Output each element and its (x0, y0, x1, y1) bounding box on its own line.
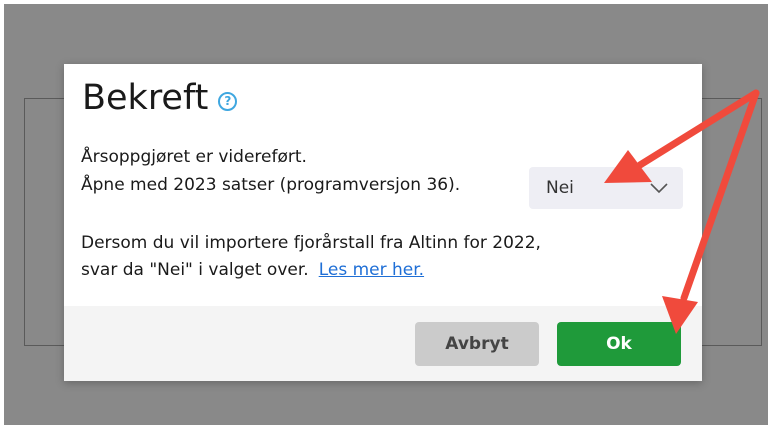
info-line-2: svar da "Nei" i valget over. Les mer her. (81, 257, 424, 283)
version-select[interactable]: Nei (529, 167, 683, 209)
select-value: Nei (546, 178, 574, 198)
cancel-button[interactable]: Avbryt (415, 322, 539, 366)
ok-button[interactable]: Ok (557, 322, 681, 366)
chevron-down-icon (650, 183, 668, 194)
dialog-title: Bekreft (82, 78, 209, 118)
message-line-1: Årsoppgjøret er videreført. (81, 147, 307, 167)
info-line-1: Dersom du vil importere fjorårstall fra … (81, 233, 541, 253)
read-more-link[interactable]: Les mer her. (319, 260, 424, 280)
dialog-header: Bekreft ? (82, 76, 238, 120)
message-line-2: Åpne med 2023 satser (programversjon 36)… (81, 175, 461, 195)
help-icon[interactable]: ? (218, 91, 238, 111)
dialog-footer: Avbryt Ok (64, 306, 702, 381)
confirm-dialog: Bekreft ? Årsoppgjøret er videreført. Åp… (64, 64, 702, 381)
info-line-2-text: svar da "Nei" i valget over. (81, 260, 309, 280)
